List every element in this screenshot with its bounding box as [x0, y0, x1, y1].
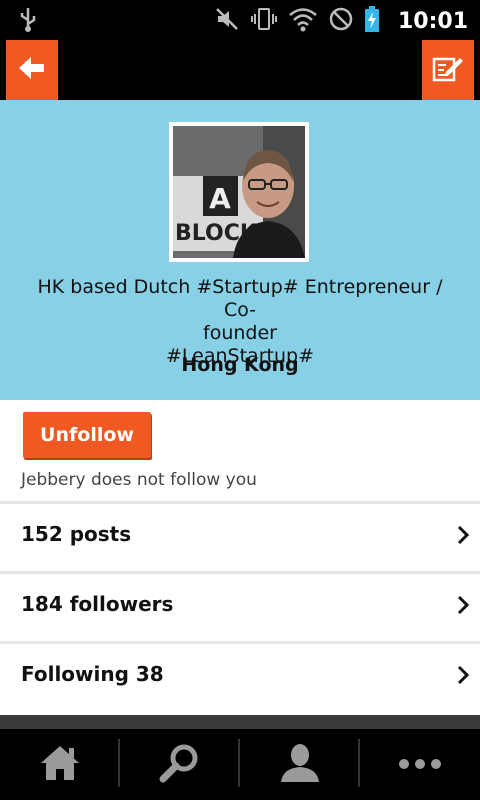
chevron-right-icon	[456, 664, 470, 690]
profile-location: Hong Kong	[181, 354, 299, 376]
bottom-tab-bar	[0, 729, 480, 800]
tab-search[interactable]	[120, 729, 240, 800]
edit-icon	[432, 54, 464, 86]
bio-line: HK based Dutch #Startup# Entrepreneur / …	[37, 276, 443, 321]
bio-line: founder	[203, 322, 277, 344]
more-icon	[398, 755, 442, 774]
home-icon	[38, 743, 82, 787]
avatar[interactable]: A BLOCK	[169, 122, 309, 262]
compose-button[interactable]	[422, 40, 474, 100]
mute-icon	[214, 6, 240, 36]
wifi-icon	[288, 6, 318, 36]
action-bar	[0, 38, 480, 100]
vibrate-icon	[250, 6, 278, 36]
posts-row[interactable]: 152 posts	[0, 501, 480, 567]
svg-text:A: A	[209, 182, 231, 215]
back-button[interactable]	[6, 40, 58, 100]
avatar-photo: A BLOCK	[173, 126, 305, 258]
usb-icon	[18, 6, 38, 36]
search-icon	[158, 743, 202, 787]
profile-icon	[278, 743, 322, 787]
profile-header: A BLOCK HK based Dutch #Startup# Entrepr…	[0, 100, 480, 400]
chevron-right-icon	[456, 594, 470, 620]
battery-charging-icon	[364, 5, 380, 37]
no-sim-icon	[328, 6, 354, 36]
unfollow-button[interactable]: Unfollow	[23, 412, 151, 458]
tab-home[interactable]	[0, 729, 120, 800]
status-bar: 10:01	[0, 0, 480, 38]
following-row[interactable]: Following 38	[0, 641, 480, 715]
arrow-left-icon	[17, 55, 47, 85]
following-count-label: Following 38	[21, 662, 164, 686]
tab-more[interactable]	[360, 729, 480, 800]
follow-status-text: Jebbery does not follow you	[21, 470, 257, 490]
posts-count-label: 152 posts	[21, 522, 132, 546]
clock-time: 10:01	[397, 8, 468, 34]
chevron-right-icon	[456, 524, 470, 550]
divider	[0, 715, 480, 729]
followers-count-label: 184 followers	[21, 592, 174, 616]
followers-row[interactable]: 184 followers	[0, 571, 480, 637]
tab-profile[interactable]	[240, 729, 360, 800]
